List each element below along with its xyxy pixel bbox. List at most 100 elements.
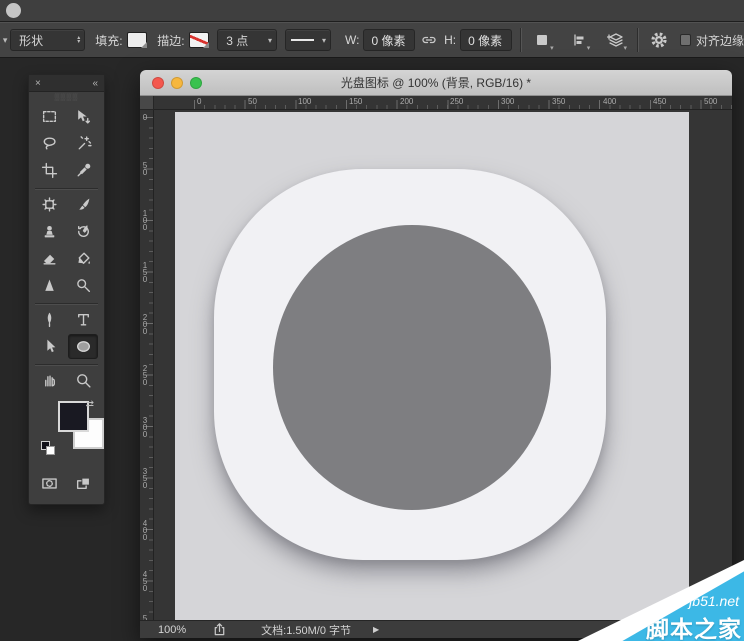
healing-brush-tool[interactable] [35, 192, 65, 217]
h-ruler-label: 200 [400, 97, 413, 106]
document-title-bar[interactable]: 光盘图标 @ 100% (背景, RGB/16) * [140, 70, 732, 96]
dropdown-arrow-icon: ▾ [322, 36, 326, 45]
align-edges-checkbox[interactable] [680, 34, 690, 46]
shape-mode-dropdown[interactable]: 形状 ▴▾ [10, 29, 85, 51]
options-separator [520, 28, 521, 52]
tools-panel: × « ▒▒▒▒ ⇄ [28, 74, 105, 505]
dropdown-arrow-icon: ▾ [550, 44, 554, 52]
panel-close-icon[interactable]: × [35, 78, 41, 89]
stroke-swatch[interactable] [189, 32, 210, 48]
document-info[interactable]: 文档:1.50M/0 字节 [261, 622, 351, 638]
document-status-bar: 100% 文档:1.50M/0 字节 ▶ [140, 620, 732, 638]
move-tool[interactable] [68, 104, 98, 129]
tool-row [33, 471, 100, 498]
horizontal-ruler[interactable]: 050100150200250300350400450500 [140, 96, 732, 110]
path-select-tool[interactable] [35, 334, 65, 359]
fill-label: 填充: [95, 32, 122, 49]
tool-row [33, 307, 100, 334]
document-content: 050100150200250300350400450500 [140, 110, 732, 620]
sharpen-tool[interactable] [35, 273, 65, 298]
swap-colors-icon[interactable]: ⇄ [86, 399, 94, 410]
h-ruler-label: 150 [349, 97, 362, 106]
grip-dots-icon: ▒▒▒▒ [55, 95, 79, 100]
h-ruler-label: 50 [248, 97, 257, 106]
h-ruler-label: 350 [552, 97, 565, 106]
brush-tool[interactable] [68, 192, 98, 217]
eraser-tool[interactable] [35, 246, 65, 271]
color-swatches-block: ⇄ [33, 395, 100, 471]
document-canvas[interactable] [175, 112, 689, 620]
lasso-tool[interactable] [35, 131, 65, 156]
tool-row [33, 246, 100, 273]
v-ruler-label: 350 [141, 468, 149, 489]
shape-height-field[interactable]: 0 像素 [460, 29, 512, 51]
options-separator [637, 28, 638, 52]
tool-row [33, 192, 100, 219]
tool-row [33, 158, 100, 185]
type-tool[interactable] [68, 307, 98, 332]
zoom-tool[interactable] [68, 368, 98, 393]
fill-swatch[interactable] [127, 32, 148, 48]
status-flyout-arrow-icon[interactable]: ▶ [373, 625, 379, 634]
screen-mode-tool[interactable] [68, 471, 98, 496]
h-ruler-label: 0 [197, 97, 201, 106]
panel-grip[interactable]: ▒▒▒▒ [29, 92, 104, 102]
gray-circle-shape[interactable] [273, 225, 551, 510]
swatch-fold-icon [203, 42, 209, 48]
ruler-origin-corner[interactable] [140, 96, 154, 110]
rect-marquee-tool[interactable] [35, 104, 65, 129]
minimize-window-icon[interactable] [171, 77, 183, 89]
h-ruler-label: 500 [704, 97, 717, 106]
h-ruler-label: 400 [603, 97, 616, 106]
paint-bucket-tool[interactable] [68, 246, 98, 271]
tool-row [33, 273, 100, 300]
path-alignment-icon[interactable]: ▾ [570, 29, 589, 51]
crop-tool[interactable] [35, 158, 65, 183]
zoom-window-icon[interactable] [190, 77, 202, 89]
share-icon[interactable] [212, 622, 227, 637]
link-dimensions-icon[interactable] [419, 29, 438, 51]
stroke-width-dropdown[interactable]: 3 点 ▾ [217, 29, 277, 51]
magic-wand-tool[interactable] [68, 131, 98, 156]
shape-mode-value: 形状 [19, 32, 43, 49]
close-window-icon[interactable] [152, 77, 164, 89]
line-style-icon [291, 39, 314, 41]
dropdown-arrow-icon: ▾ [623, 44, 627, 52]
tool-row [33, 104, 100, 131]
gear-icon[interactable] [650, 29, 669, 51]
tool-divider [35, 303, 98, 304]
ellipse-tool[interactable] [68, 334, 98, 359]
window-control-dot[interactable] [6, 3, 21, 18]
foreground-color-swatch[interactable] [58, 401, 89, 432]
vertical-ruler[interactable]: 050100150200250300350400450500 [140, 110, 154, 620]
panel-collapse-icon[interactable]: « [92, 78, 98, 89]
path-operations-icon[interactable]: ▾ [533, 29, 552, 51]
tool-row [33, 219, 100, 246]
tool-divider [35, 188, 98, 189]
tool-divider [35, 364, 98, 365]
stroke-style-dropdown[interactable]: ▾ [285, 29, 331, 51]
v-ruler-label: 500 [141, 615, 149, 620]
dropdown-arrow-icon: ▾ [587, 44, 591, 52]
dodge-tool[interactable] [68, 273, 98, 298]
v-ruler-label: 50 [141, 162, 149, 176]
pen-tool[interactable] [35, 307, 65, 332]
h-ruler-label: 250 [450, 97, 463, 106]
document-window: 光盘图标 @ 100% (背景, RGB/16) * 0501001502002… [140, 70, 732, 638]
path-arrange-icon[interactable]: ▾ [606, 29, 625, 51]
tool-preset-chevron-icon[interactable]: ▾ [0, 35, 10, 46]
dropdown-arrow-icon: ▾ [268, 36, 272, 45]
eyedropper-tool[interactable] [68, 158, 98, 183]
shape-width-field[interactable]: 0 像素 [363, 29, 415, 51]
history-brush-tool[interactable] [68, 219, 98, 244]
traffic-lights [152, 77, 202, 89]
updown-arrows-icon: ▴▾ [77, 36, 80, 44]
tool-row [33, 131, 100, 158]
clone-stamp-tool[interactable] [35, 219, 65, 244]
hand-tool[interactable] [35, 368, 65, 393]
tool-row [33, 368, 100, 395]
canvas-area[interactable] [154, 110, 732, 620]
quick-mask-tool[interactable] [35, 471, 65, 496]
h-ruler-label: 450 [653, 97, 666, 106]
zoom-level-field[interactable]: 100% [158, 624, 186, 636]
